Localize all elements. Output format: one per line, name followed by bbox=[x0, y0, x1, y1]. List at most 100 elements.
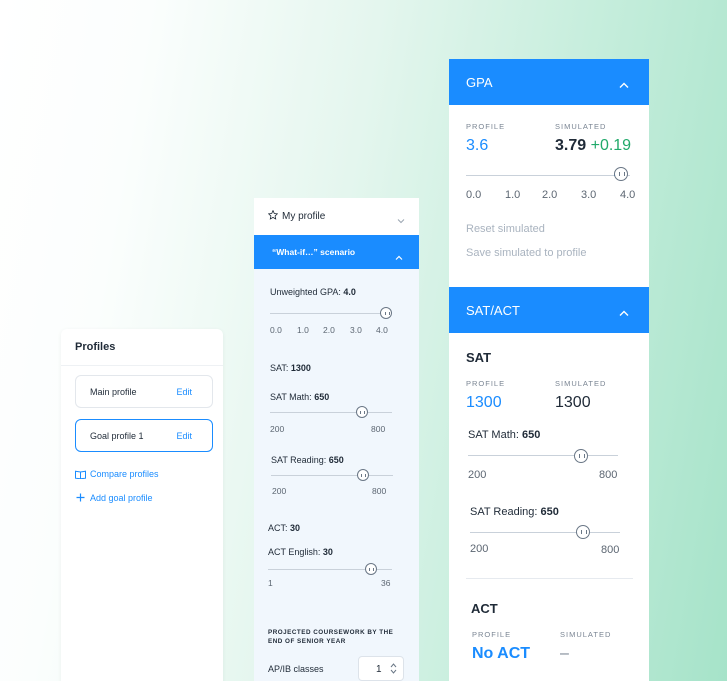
book-icon bbox=[75, 470, 86, 479]
sat-math-min: 200 bbox=[468, 469, 487, 481]
gpa-tick: 0.0 bbox=[270, 325, 282, 335]
scenario-panel: My profile “What-if…” scenario Unweighte… bbox=[254, 198, 419, 681]
sat-math-slider-track[interactable] bbox=[468, 455, 618, 456]
gpa-tick: 3.0 bbox=[581, 189, 597, 201]
act-total-value: 30 bbox=[290, 523, 301, 533]
coursework-heading: PROJECTED COURSEWORK BY THE END OF SENIO… bbox=[268, 629, 394, 645]
profiles-card: Profiles Main profile Edit Goal profile … bbox=[61, 329, 223, 681]
sat-math-label: SAT Math: 650 bbox=[468, 429, 541, 441]
gpa-slider-track[interactable] bbox=[466, 175, 630, 176]
sat-reading-max: 800 bbox=[601, 544, 620, 556]
sat-reading-max: 800 bbox=[372, 486, 387, 496]
sat-reading-value: 650 bbox=[540, 506, 559, 518]
gpa-slider-handle[interactable] bbox=[380, 307, 392, 319]
sat-reading-value: 650 bbox=[328, 455, 344, 465]
profile-card-main[interactable]: Main profile Edit bbox=[75, 375, 213, 408]
gpa-value: 4.0 bbox=[343, 287, 356, 297]
sat-math-max: 800 bbox=[599, 469, 618, 481]
act-english-max: 36 bbox=[381, 578, 391, 588]
chevron-down-icon bbox=[397, 211, 405, 229]
act-english-slider-handle[interactable] bbox=[364, 563, 377, 575]
save-simulated-link[interactable]: Save simulated to profile bbox=[466, 247, 586, 259]
compare-profiles-link[interactable]: Compare profiles bbox=[75, 469, 159, 479]
reset-simulated-link[interactable]: Reset simulated bbox=[466, 223, 545, 235]
gpa-slider-track[interactable] bbox=[270, 313, 390, 314]
what-if-scenario-header[interactable]: “What-if…” scenario bbox=[254, 235, 419, 269]
sat-profile-caption: PROFILE bbox=[466, 379, 506, 388]
divider bbox=[61, 365, 223, 366]
gpa-profile-value: 3.6 bbox=[466, 137, 489, 154]
edit-profile-link[interactable]: Edit bbox=[176, 431, 192, 441]
sat-reading-slider-track[interactable] bbox=[271, 475, 393, 476]
apib-value: 1 bbox=[376, 664, 382, 675]
my-profile-header[interactable]: My profile bbox=[254, 198, 419, 235]
chevron-up-icon bbox=[619, 76, 629, 94]
act-english-min: 1 bbox=[268, 578, 273, 588]
sat-reading-min: 200 bbox=[470, 543, 489, 555]
act-profile-caption: PROFILE bbox=[472, 630, 512, 639]
divider bbox=[466, 578, 633, 579]
act-simulated-caption: SIMULATED bbox=[560, 630, 612, 639]
compare-profiles-label: Compare profiles bbox=[90, 469, 159, 479]
act-total-label: ACT: 30 bbox=[268, 523, 301, 533]
gpa-tick: 4.0 bbox=[376, 325, 388, 335]
gpa-tick: 2.0 bbox=[323, 325, 335, 335]
sat-reading-min: 200 bbox=[272, 486, 287, 496]
chevron-up-icon bbox=[395, 248, 403, 266]
gpa-profile-caption: PROFILE bbox=[466, 122, 506, 131]
gpa-simulated-value: 3.79 bbox=[555, 137, 587, 154]
profile-card-goal[interactable]: Goal profile 1 Edit bbox=[75, 419, 213, 452]
act-english-label: ACT English: 30 bbox=[268, 547, 333, 557]
sat-reading-slider-handle[interactable] bbox=[356, 469, 369, 481]
sat-reading-label: SAT Reading: 650 bbox=[271, 455, 344, 465]
gpa-tick: 4.0 bbox=[620, 189, 636, 201]
sat-math-slider-track[interactable] bbox=[270, 412, 392, 413]
sat-simulated-value: 1300 bbox=[555, 394, 591, 411]
sat-math-value: 650 bbox=[522, 429, 541, 441]
scenario-label: “What-if…” scenario bbox=[272, 247, 356, 257]
sat-reading-slider-handle[interactable] bbox=[575, 525, 590, 539]
sat-total-label: SAT: 1300 bbox=[270, 363, 311, 373]
act-simulated-value: – bbox=[560, 645, 569, 662]
chevron-up-icon bbox=[619, 304, 629, 322]
apib-stepper[interactable]: 1 bbox=[358, 656, 404, 681]
sat-total-value: 1300 bbox=[290, 363, 311, 373]
gpa-label: Unweighted GPA: 4.0 bbox=[270, 287, 356, 297]
gpa-section-title: GPA bbox=[466, 75, 493, 90]
add-goal-profile-link[interactable]: Add goal profile bbox=[75, 492, 153, 503]
gpa-tick: 3.0 bbox=[350, 325, 362, 335]
sat-simulated-caption: SIMULATED bbox=[555, 379, 607, 388]
sat-act-section-header[interactable]: SAT/ACT bbox=[449, 287, 649, 333]
gpa-tick: 1.0 bbox=[297, 325, 309, 335]
star-icon bbox=[267, 209, 279, 223]
edit-profile-link[interactable]: Edit bbox=[176, 387, 192, 397]
apib-label: AP/IB classes bbox=[268, 664, 324, 674]
profiles-title: Profiles bbox=[75, 341, 116, 353]
act-heading: ACT bbox=[471, 601, 498, 616]
gpa-simulated: 3.79 +0.19 bbox=[555, 137, 631, 155]
sat-reading-slider-track[interactable] bbox=[470, 532, 620, 533]
sat-math-slider-handle[interactable] bbox=[573, 449, 588, 463]
gpa-tick: 1.0 bbox=[505, 189, 521, 201]
gpa-simulated-slider-handle[interactable] bbox=[614, 167, 629, 181]
profile-name: Main profile bbox=[90, 387, 137, 397]
sat-math-value: 650 bbox=[314, 392, 330, 402]
act-profile-value: No ACT bbox=[472, 645, 531, 662]
gpa-delta: +0.19 bbox=[590, 137, 632, 154]
sat-heading: SAT bbox=[466, 350, 492, 365]
gpa-section-header[interactable]: GPA bbox=[449, 59, 649, 105]
add-goal-profile-label: Add goal profile bbox=[90, 492, 153, 503]
sat-profile-value: 1300 bbox=[466, 394, 502, 411]
profile-name: Goal profile 1 bbox=[90, 431, 144, 441]
gpa-tick: 2.0 bbox=[542, 189, 558, 201]
my-profile-label: My profile bbox=[282, 211, 326, 222]
gpa-simulated-caption: SIMULATED bbox=[555, 122, 607, 131]
sat-reading-label: SAT Reading: 650 bbox=[470, 506, 559, 518]
stepper-arrows-icon[interactable] bbox=[390, 662, 397, 680]
gpa-tick: 0.0 bbox=[466, 189, 482, 201]
sat-math-max: 800 bbox=[371, 424, 386, 434]
sat-math-label: SAT Math: 650 bbox=[270, 392, 330, 402]
act-english-value: 30 bbox=[322, 547, 333, 557]
sat-act-section-title: SAT/ACT bbox=[466, 303, 520, 318]
sat-math-slider-handle[interactable] bbox=[355, 406, 368, 418]
